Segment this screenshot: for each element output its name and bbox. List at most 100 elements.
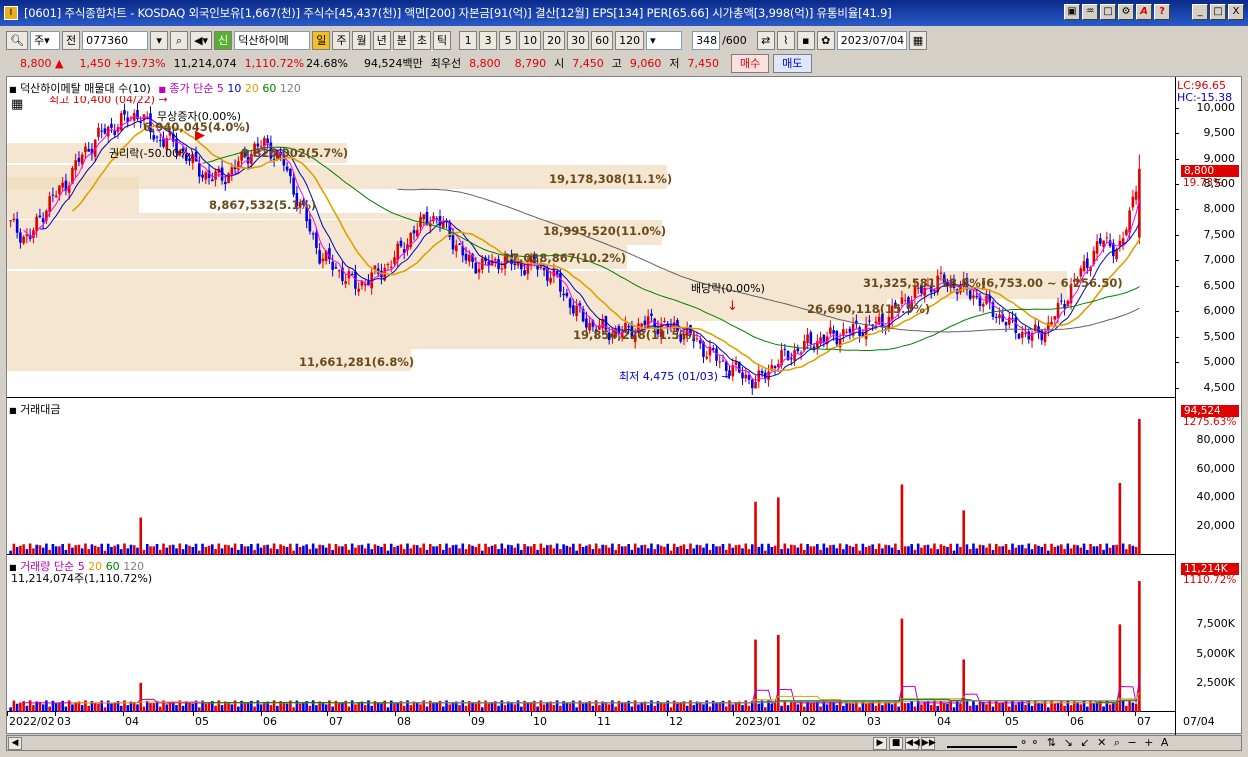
price-legend[interactable]: ■ 덕산하이메탈 매물대 수(10) ■ 종가 단순 5 10 20 60 12… — [9, 80, 301, 96]
volume-bar — [858, 707, 861, 712]
table-icon[interactable]: ▦ — [11, 97, 23, 112]
amount-bar — [145, 543, 149, 555]
price-candle — [445, 218, 448, 229]
save-icon[interactable]: ▪ — [796, 31, 815, 50]
price-pane[interactable]: ▶ ↓ 11,661,281(6.8%) 19,854,228(11.5%) 17… — [7, 77, 1175, 398]
x-tick-mark — [395, 712, 396, 716]
amount-pane[interactable]: ■ 거래대금 — [7, 399, 1175, 555]
zoom-slider[interactable] — [947, 738, 1017, 748]
search-icon[interactable]: ⌕ — [170, 31, 189, 50]
period-week[interactable]: 주 — [332, 31, 351, 50]
period-second[interactable]: 초 — [412, 31, 431, 50]
price-candle — [84, 142, 87, 160]
gear-icon[interactable]: ✿ — [816, 31, 835, 50]
volume-bar — [188, 702, 191, 712]
screen-icon[interactable]: ▣ — [1064, 4, 1080, 20]
volume-bar — [724, 706, 728, 712]
stock-search-icon[interactable]: 🔍︎ — [6, 31, 28, 50]
price-candle — [458, 242, 461, 246]
volume-bar — [959, 703, 962, 712]
forward-icon[interactable]: ▶▶ — [921, 737, 936, 750]
calendar-icon[interactable]: ▦ — [908, 31, 928, 50]
amount-bar — [289, 543, 292, 555]
market-type-select[interactable]: 주▾ — [29, 31, 60, 50]
legend-marker-icon: ■ — [9, 406, 17, 415]
window-icon[interactable]: □ — [1100, 4, 1116, 20]
volume-chart-svg[interactable] — [7, 556, 1175, 712]
volume-bar — [731, 704, 735, 712]
amount-bar — [887, 545, 891, 555]
interval-3[interactable]: 3 — [479, 31, 498, 50]
amount-bar — [520, 549, 523, 555]
price-candle — [650, 308, 653, 323]
amount-bar — [354, 547, 357, 555]
maximize-button[interactable]: □ — [1210, 4, 1226, 20]
speaker-icon[interactable]: ◀▾ — [190, 31, 213, 50]
volume-bar — [217, 700, 221, 712]
volume-bar — [1046, 707, 1050, 712]
settings-icon[interactable]: ⚙ — [1118, 4, 1134, 20]
amount-bar — [991, 549, 995, 555]
help-icon[interactable]: ? — [1154, 4, 1170, 20]
interval-120[interactable]: 120 — [615, 31, 645, 50]
volume-pane[interactable]: ■ 거래량 단순 5 20 60 120 11,214,074주(1,110.7… — [7, 556, 1175, 712]
chart-scrollbar[interactable]: ◀ ▶ ■ ◀◀ ▶▶ ⚬⚬ ⇅ ↘ ↙ ✕ ⌕ − + A — [6, 735, 1242, 751]
interval-30[interactable]: 30 — [567, 31, 590, 50]
amount-bar — [803, 549, 806, 555]
amount-bar — [1069, 548, 1073, 555]
sell-button[interactable]: 매도 — [773, 53, 812, 73]
stop-icon[interactable]: ■ — [889, 737, 903, 750]
buy-button[interactable]: 매수 — [731, 53, 770, 73]
chart-area[interactable]: ▶ ↓ 11,661,281(6.8%) 19,854,228(11.5%) 17… — [6, 76, 1242, 735]
volume-bar — [529, 703, 533, 712]
price-candle — [848, 326, 852, 340]
font-icon[interactable]: A — [1136, 4, 1152, 20]
interval-10[interactable]: 10 — [519, 31, 542, 50]
interval-5[interactable]: 5 — [499, 31, 518, 50]
amount-bar — [295, 543, 299, 555]
volume-bar — [237, 706, 240, 712]
price-candle — [819, 331, 822, 346]
custom-interval-input[interactable]: ▾ — [646, 31, 683, 50]
close-button[interactable]: X — [1228, 4, 1244, 20]
amount-bar — [451, 545, 455, 555]
code-dropdown-icon[interactable]: ▾ — [150, 31, 169, 50]
period-minute[interactable]: 분 — [392, 31, 411, 50]
date-input[interactable]: 2023/07/04 — [836, 31, 907, 50]
scroll-right-icon[interactable]: ▶ — [873, 737, 887, 750]
price-candle — [855, 314, 858, 330]
rewind-icon[interactable]: ◀◀ — [905, 737, 920, 750]
indicator-icon[interactable]: ⌇ — [776, 31, 795, 50]
volume-bar — [393, 703, 396, 712]
period-day[interactable]: 일 — [312, 31, 331, 50]
compare-icon[interactable]: ⇄ — [756, 31, 775, 50]
period-month[interactable]: 월 — [352, 31, 371, 50]
count-input[interactable]: 348 — [692, 31, 721, 50]
interval-20[interactable]: 20 — [543, 31, 566, 50]
period-tick[interactable]: 틱 — [432, 31, 452, 50]
volume-bar — [363, 705, 367, 712]
period-year[interactable]: 년 — [372, 31, 391, 50]
volume-bar — [1017, 701, 1021, 712]
amount-chart-svg[interactable] — [7, 399, 1175, 555]
amount-bar — [224, 544, 227, 555]
volume-bar — [15, 703, 19, 712]
stock-name-field[interactable]: 덕산하이메 — [234, 31, 311, 50]
volume-bar — [376, 702, 380, 712]
price-candle — [809, 330, 813, 350]
interval-60[interactable]: 60 — [591, 31, 614, 50]
minimize-button[interactable]: _ — [1192, 4, 1208, 20]
amount-bar — [643, 544, 647, 555]
amount-bar — [149, 546, 152, 555]
stock-code-input[interactable]: 077360 — [82, 31, 149, 50]
volume-bar — [715, 703, 718, 712]
draw-tools-icon[interactable]: ⚬⚬ ⇅ ↘ ↙ ✕ ⌕ − + A — [1019, 736, 1170, 750]
amount-bar — [67, 543, 71, 555]
amount-bar — [526, 546, 530, 555]
amount-bar — [201, 543, 204, 555]
chart-icon[interactable]: ♒ — [1082, 4, 1098, 20]
scroll-left-icon[interactable]: ◀ — [8, 737, 22, 750]
prev-button[interactable]: 전 — [61, 31, 81, 50]
interval-1[interactable]: 1 — [459, 31, 478, 50]
y-tick-mark — [1175, 234, 1179, 236]
